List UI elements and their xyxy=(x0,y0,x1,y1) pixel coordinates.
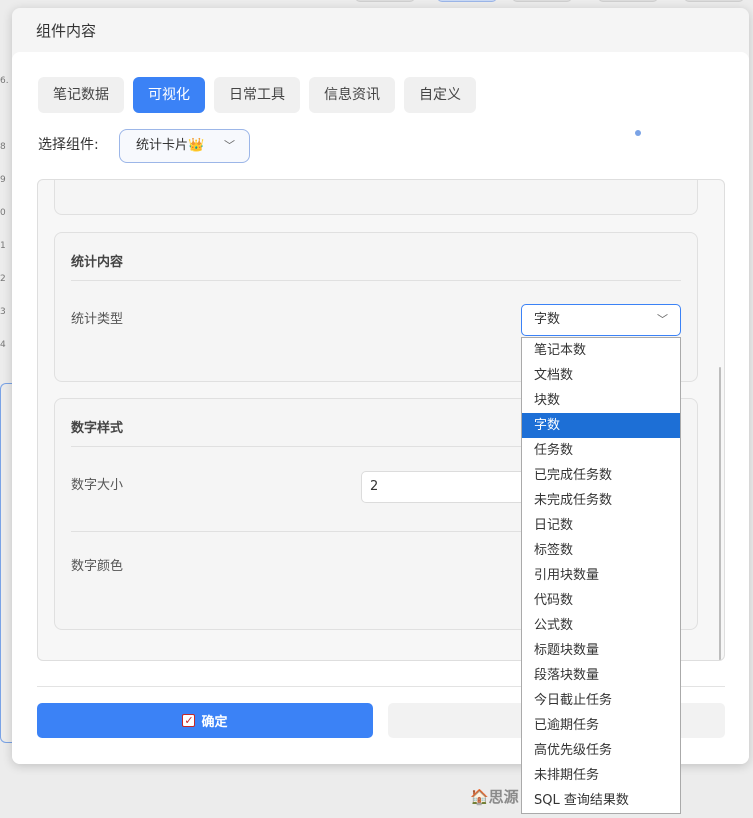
dropdown-option[interactable]: 已完成任务数 xyxy=(522,463,680,488)
background-tab xyxy=(512,0,572,2)
dropdown-option[interactable]: 今日截止任务 xyxy=(522,688,680,713)
line-number: 9 xyxy=(0,175,6,185)
tab-visualization[interactable]: 可视化 xyxy=(133,77,205,113)
category-tabs: 笔记数据 可视化 日常工具 信息资讯 自定义 xyxy=(38,77,476,113)
background-selection-edge xyxy=(0,383,12,743)
background-brand: 🏠思源 xyxy=(470,788,519,806)
component-select-value: 统计卡片👑 xyxy=(136,138,205,153)
dropdown-option[interactable]: 已逾期任务 xyxy=(522,713,680,738)
line-number: 1 xyxy=(0,241,6,251)
number-size-label: 数字大小 xyxy=(71,478,124,493)
tab-notes-data[interactable]: 笔记数据 xyxy=(38,77,124,113)
scrollbar[interactable] xyxy=(719,367,721,660)
dropdown-option[interactable]: 高优先级任务 xyxy=(522,738,680,763)
stat-type-dropdown: 笔记本数 文档数 块数 字数 任务数 已完成任务数 未完成任务数 日记数 标签数 引用块数量 代码数… xyxy=(521,337,681,814)
background-tab xyxy=(437,0,497,2)
number-style-title: 数字样式 xyxy=(71,421,124,436)
tab-info-news[interactable]: 信息资讯 xyxy=(309,77,395,113)
dropdown-option[interactable]: 标题块数量 xyxy=(522,638,680,663)
number-color-label: 数字颜色 xyxy=(71,559,124,574)
divider xyxy=(71,280,681,281)
chevron-down-icon: ﹀ xyxy=(224,139,235,152)
component-select[interactable]: 统计卡片👑 ﹀ xyxy=(119,129,250,163)
dropdown-option[interactable]: 公式数 xyxy=(522,613,680,638)
stat-type-select[interactable]: 字数 ﹀ xyxy=(521,304,681,336)
confirm-button[interactable]: ✓ 确定 xyxy=(37,703,373,738)
confirm-label: 确定 xyxy=(201,715,228,730)
dropdown-option[interactable]: 日记数 xyxy=(522,513,680,538)
dialog-title: 组件内容 xyxy=(36,22,97,40)
dropdown-option[interactable]: 字数 xyxy=(522,413,680,438)
component-select-label: 选择组件: xyxy=(38,137,99,153)
dropdown-option[interactable]: SQL 查询结果数 xyxy=(522,788,680,813)
indicator-dot xyxy=(635,130,641,136)
previous-settings-card xyxy=(54,180,698,215)
line-number: 2 xyxy=(0,274,6,284)
stat-type-label: 统计类型 xyxy=(71,312,124,327)
checkbox-icon: ✓ xyxy=(182,714,196,727)
dropdown-option[interactable]: 未排期任务 xyxy=(522,763,680,788)
stat-type-value: 字数 xyxy=(534,312,561,327)
tab-daily-tools[interactable]: 日常工具 xyxy=(214,77,300,113)
chevron-down-icon: ﹀ xyxy=(657,313,668,326)
dropdown-option[interactable]: 块数 xyxy=(522,388,680,413)
background-tab xyxy=(355,0,415,2)
line-number: 0 xyxy=(0,208,6,218)
line-number: 4 xyxy=(0,340,6,350)
dropdown-option[interactable]: 引用块数量 xyxy=(522,563,680,588)
dropdown-option[interactable]: 笔记本数 xyxy=(522,338,680,363)
dropdown-option[interactable]: 任务数 xyxy=(522,438,680,463)
dropdown-option[interactable]: 段落块数量 xyxy=(522,663,680,688)
dropdown-option[interactable]: 未完成任务数 xyxy=(522,488,680,513)
number-size-input[interactable]: 2 xyxy=(361,471,531,503)
line-number: 8 xyxy=(0,142,6,152)
dropdown-option[interactable]: 标签数 xyxy=(522,538,680,563)
background-tab xyxy=(684,0,744,2)
dropdown-option[interactable]: 代码数 xyxy=(522,588,680,613)
line-number: 6. xyxy=(0,76,9,86)
tab-custom[interactable]: 自定义 xyxy=(404,77,476,113)
line-number: 3 xyxy=(0,307,6,317)
dropdown-option[interactable]: 文档数 xyxy=(522,363,680,388)
stat-content-title: 统计内容 xyxy=(71,255,124,270)
background-tab xyxy=(598,0,658,2)
